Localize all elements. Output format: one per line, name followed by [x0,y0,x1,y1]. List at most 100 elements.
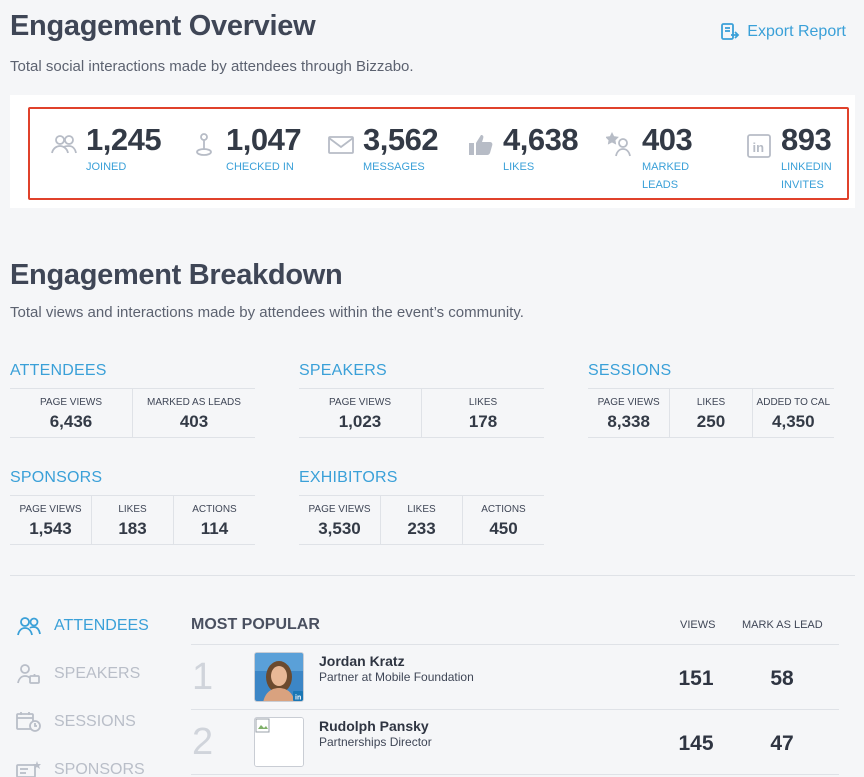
sponsors-page-views: PAGE VIEWS 1,543 [10,496,92,544]
row-divider [191,644,839,645]
cell-label: LIKES [696,397,726,408]
attendees-stats-table: PAGE VIEWS 6,436 MARKED AS LEADS 403 [10,388,255,438]
most-popular-title: MOST POPULAR [191,616,320,633]
sidebar-item-sponsors[interactable]: SPONSORS [16,759,145,777]
overview-title: Engagement Overview [10,10,316,42]
person-name[interactable]: Rudolph Pansky [319,718,429,734]
stat-checked-in: 1,047 CHECKED IN [190,122,302,176]
export-icon [720,22,740,42]
cell-label: MARKED AS LEADS [147,397,241,408]
stat-linkedin-label-1: LINKEDIN [781,161,832,173]
stat-messages: 3,562 MESSAGES [327,122,439,176]
cell-label: PAGE VIEWS [308,504,371,515]
sidebar-item-label: SPEAKERS [54,665,141,682]
thumbs-up-icon [467,131,495,159]
cell-label: PAGE VIEWS [328,397,392,408]
speakers-stats-table: PAGE VIEWS 1,023 LIKES 178 [299,388,544,438]
stat-messages-label: MESSAGES [363,161,425,173]
cell-label: LIKES [407,504,436,515]
breakdown-title: Engagement Breakdown [10,259,343,291]
user-star-icon [605,131,634,159]
speakers-section-title: SPEAKERS [299,362,387,379]
rank-number: 1 [192,656,214,698]
location-pin-icon [190,131,218,159]
sidebar-item-label: ATTENDEES [54,617,149,634]
person-title: Partner at Mobile Foundation [319,670,474,684]
cell-value: 250 [696,412,726,431]
views-value: 151 [678,667,714,690]
exhibitors-actions: ACTIONS 450 [463,496,544,544]
stat-linkedin-invites: in 893 LINKEDIN INVITES [745,122,832,194]
person-name[interactable]: Jordan Kratz [319,653,405,669]
sessions-page-views: PAGE VIEWS 8,338 [588,389,671,437]
stat-checked-in-value: 1,047 [226,122,302,157]
attendees-icon [16,615,42,637]
cell-value: 114 [200,519,229,538]
mark-as-lead-value: 58 [770,667,794,690]
cell-value: 1,023 [338,412,382,431]
avatar[interactable] [254,717,304,767]
linkedin-icon: in [745,131,773,159]
envelope-icon [327,131,355,159]
sidebar-item-label: SPONSORS [54,761,145,777]
sponsors-section-title: SPONSORS [10,469,103,486]
stat-marked-leads-label-1: MARKED [642,161,690,173]
cell-value: 8,338 [607,412,650,431]
exhibitors-section-title: EXHIBITORS [299,469,398,486]
svg-text:in: in [753,140,765,155]
row-divider [191,709,839,710]
stat-likes-value: 4,638 [503,122,579,157]
stat-marked-leads-label-2: LEADS [642,179,679,191]
stat-checked-in-label: CHECKED IN [226,161,294,173]
exhibitors-stats-table: PAGE VIEWS 3,530 LIKES 233 ACTIONS 450 [299,495,544,545]
avatar[interactable]: in [254,652,304,702]
export-report-button[interactable]: Export Report [720,22,846,42]
speakers-icon [16,663,42,685]
cell-value: 450 [489,519,518,538]
sessions-likes: LIKES 250 [670,389,753,437]
cell-value: 183 [118,519,147,538]
row-divider [191,774,839,775]
mark-as-lead-value: 47 [770,732,794,755]
cell-value: 6,436 [49,412,93,431]
stat-marked-leads: 403 MARKED LEADS [605,122,693,194]
cell-label: LIKES [118,504,147,515]
export-report-label: Export Report [747,23,846,40]
sidebar-item-label: SESSIONS [54,713,136,730]
exhibitors-likes: LIKES 233 [381,496,463,544]
sponsors-stats-table: PAGE VIEWS 1,543 LIKES 183 ACTIONS 114 [10,495,255,545]
speakers-page-views: PAGE VIEWS 1,023 [299,389,422,437]
cell-value: 4,350 [772,412,815,431]
cell-value: 3,530 [318,519,361,538]
cell-label: PAGE VIEWS [19,504,82,515]
column-header-views: VIEWS [680,619,716,631]
sponsors-likes: LIKES 183 [92,496,174,544]
sidebar-item-sessions[interactable]: SESSIONS [16,711,136,733]
person-title: Partnerships Director [319,735,432,749]
stat-messages-value: 3,562 [363,122,439,157]
svg-text:in: in [295,695,301,702]
cell-value: 178 [468,412,498,431]
column-header-mark-as-lead: MARK AS LEAD [742,619,823,631]
cell-label: PAGE VIEWS [597,397,660,408]
sessions-stats-table: PAGE VIEWS 8,338 LIKES 250 ADDED TO CAL … [588,388,834,438]
stat-likes-label: LIKES [503,161,535,173]
stat-likes: 4,638 LIKES [467,122,579,176]
rank-number: 2 [192,721,214,763]
stat-marked-leads-value: 403 [642,122,693,157]
speakers-likes: LIKES 178 [422,389,544,437]
cell-label: PAGE VIEWS [39,397,103,408]
sidebar-item-speakers[interactable]: SPEAKERS [16,663,140,685]
stat-linkedin-value: 893 [781,122,832,157]
sidebar-item-attendees[interactable]: ATTENDEES [16,615,149,637]
cell-label: ADDED TO CAL [756,397,831,408]
stat-linkedin-label-2: INVITES [781,179,824,191]
overview-subtitle: Total social interactions made by attend… [10,58,414,75]
cell-label: ACTIONS [192,504,237,515]
breakdown-subtitle: Total views and interactions made by att… [10,304,524,321]
sessions-icon [16,711,42,733]
cell-label: ACTIONS [481,504,526,515]
sponsors-icon [16,759,42,777]
stat-joined: 1,245 JOINED [50,122,162,176]
sessions-added-to-cal: ADDED TO CAL 4,350 [753,389,834,437]
